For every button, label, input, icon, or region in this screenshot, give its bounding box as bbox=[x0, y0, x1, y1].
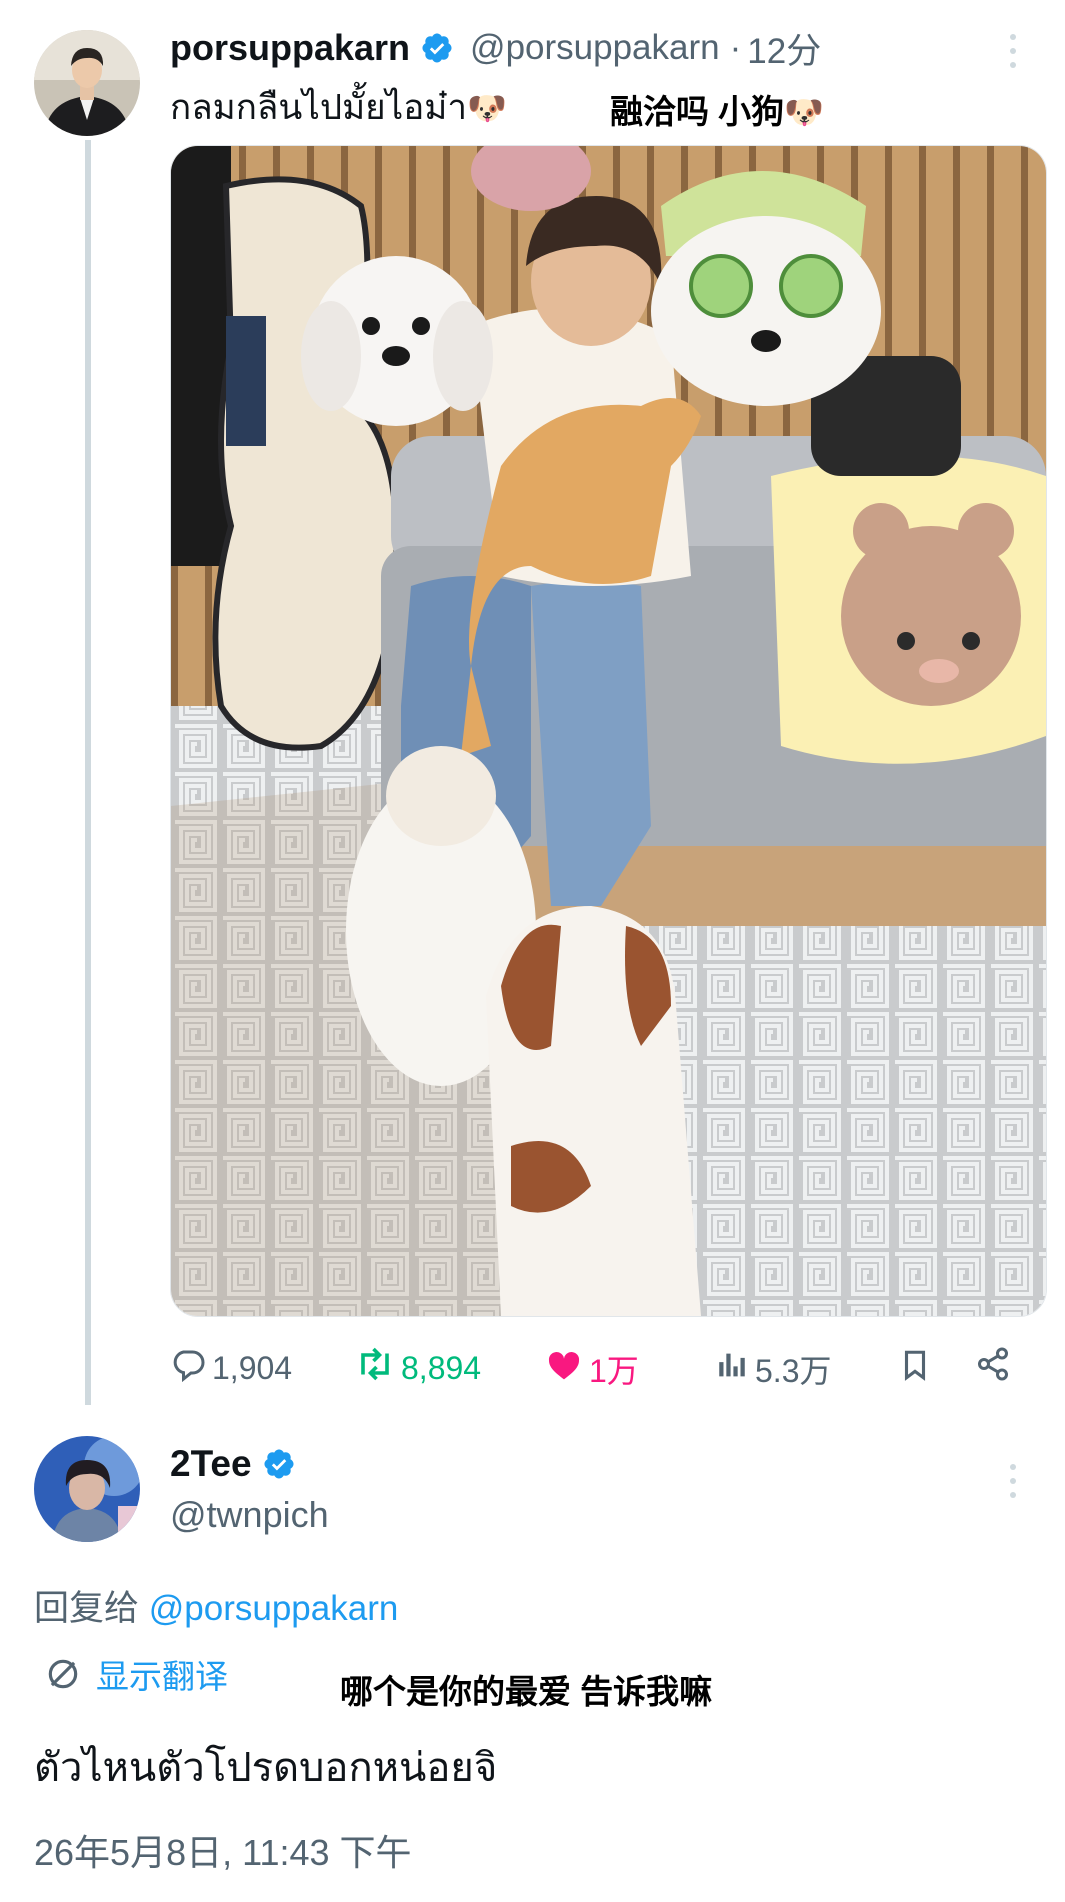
retweet-icon bbox=[355, 1346, 401, 1390]
more-options-icon[interactable] bbox=[1003, 1464, 1023, 1498]
reply-text: ตัวไหนตัวโปรดบอกหน่อยจิ bbox=[34, 1746, 498, 1790]
reply-button[interactable]: 1,904 bbox=[170, 1346, 292, 1390]
thread-connector-line bbox=[85, 140, 91, 1405]
caption-overlay-text: 哪个是你的最爱 告诉我嘛 bbox=[340, 1673, 713, 1710]
original-name-row: porsuppakarn @porsuppakarn · 12分 bbox=[170, 20, 821, 76]
reply-timestamp[interactable]: 26年5月8日, 11:43 下午 bbox=[34, 1824, 412, 1876]
tweet-time[interactable]: 12分 bbox=[747, 23, 821, 74]
like-button[interactable]: 1万 bbox=[545, 1346, 639, 1392]
avatar-porsuppakarn[interactable] bbox=[34, 30, 140, 136]
display-name[interactable]: porsuppakarn bbox=[170, 27, 410, 69]
tweet-photo[interactable] bbox=[170, 145, 1047, 1317]
share-icon bbox=[975, 1346, 1017, 1390]
views-count: 5.3万 bbox=[755, 1353, 832, 1389]
caption-overlay-text: 融洽吗 小狗 bbox=[610, 93, 785, 130]
translate-icon bbox=[44, 1655, 82, 1693]
replying-to-label: 回复给 bbox=[34, 1589, 140, 1628]
bookmark-button[interactable] bbox=[898, 1346, 938, 1392]
display-name[interactable]: 2Tee bbox=[170, 1443, 252, 1485]
translate-button[interactable]: 显示翻译 bbox=[44, 1650, 228, 1698]
share-button[interactable] bbox=[975, 1346, 1017, 1390]
replying-to-link[interactable]: @porsuppakarn bbox=[149, 1589, 399, 1628]
tweet-thread: porsuppakarn @porsuppakarn · 12分 กลมกลืน… bbox=[0, 0, 1065, 1902]
handle[interactable]: @porsuppakarn bbox=[470, 28, 720, 68]
like-count: 1万 bbox=[589, 1353, 639, 1389]
handle[interactable]: @twnpich bbox=[170, 1494, 329, 1536]
translate-label: 显示翻译 bbox=[96, 1658, 228, 1695]
dog-emoji-icon: 🐶 bbox=[784, 94, 825, 130]
avatar-twnpich[interactable] bbox=[34, 1436, 140, 1542]
heart-icon bbox=[545, 1347, 589, 1391]
reply-count: 1,904 bbox=[212, 1349, 293, 1386]
tweet-body: กลมกลืนไปมั้ยไอม๋า🐶 bbox=[170, 80, 507, 135]
tweet-text: กลมกลืนไปมั้ยไอม๋า bbox=[170, 88, 468, 127]
views-icon bbox=[715, 1348, 755, 1390]
caption-overlay: 融洽吗 小狗🐶 bbox=[610, 85, 824, 133]
reply-icon bbox=[170, 1346, 212, 1390]
dog-emoji-icon: 🐶 bbox=[467, 90, 507, 126]
bookmark-icon bbox=[898, 1346, 938, 1392]
replying-to: 回复给 @porsuppakarn bbox=[34, 1580, 398, 1631]
time-separator: · bbox=[729, 28, 742, 67]
retweet-button[interactable]: 8,894 bbox=[355, 1346, 481, 1390]
verified-badge-icon bbox=[262, 1447, 296, 1481]
verified-badge-icon bbox=[420, 31, 454, 65]
reply-name-row: 2Tee bbox=[170, 1440, 296, 1488]
views-button[interactable]: 5.3万 bbox=[715, 1346, 832, 1392]
engagement-bar: 1,904 8,894 1万 5.3万 bbox=[170, 1338, 1030, 1398]
retweet-count: 8,894 bbox=[401, 1349, 482, 1386]
more-options-icon[interactable] bbox=[1003, 34, 1023, 68]
